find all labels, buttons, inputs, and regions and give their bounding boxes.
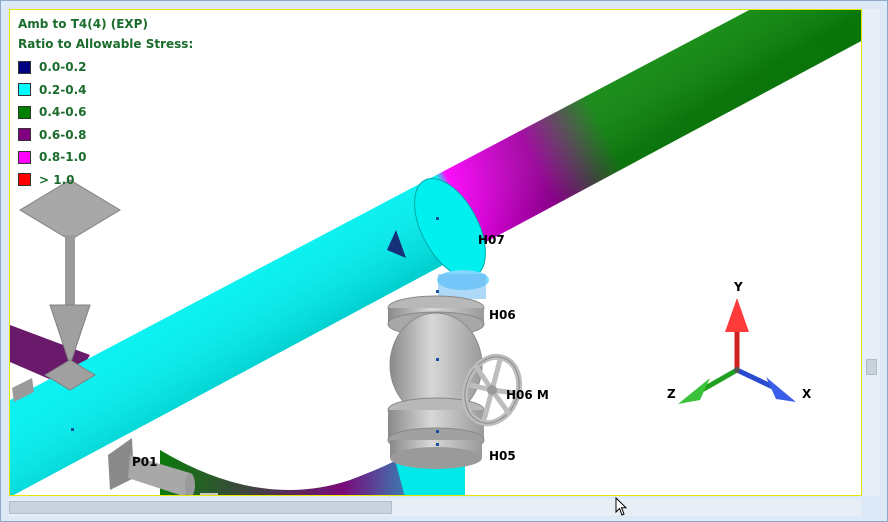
node-marker bbox=[436, 443, 439, 446]
legend-item-label: 0.0-0.2 bbox=[39, 60, 87, 75]
legend-swatch bbox=[18, 60, 31, 74]
legend-item-label: 0.4-0.6 bbox=[39, 105, 87, 120]
stress-legend: Amb to T4(4) (EXP) Ratio to Allowable St… bbox=[18, 16, 193, 191]
legend-item: 0.8-1.0 bbox=[18, 146, 193, 169]
node-marker bbox=[71, 428, 74, 431]
axis-triad bbox=[678, 298, 796, 404]
axis-label-y: Y bbox=[734, 280, 743, 294]
node-label-h06[interactable]: H06 bbox=[489, 308, 516, 322]
axis-label-x: X bbox=[802, 387, 812, 401]
legend-item: 0.0-0.2 bbox=[18, 56, 193, 79]
horizontal-scrollbar-thumb[interactable] bbox=[9, 501, 392, 514]
legend-item-label: 0.6-0.8 bbox=[39, 127, 87, 142]
legend-swatch bbox=[18, 173, 31, 187]
legend-item: > 1.0 bbox=[18, 169, 193, 192]
legend-swatch bbox=[18, 128, 31, 142]
axis-label-z: Z bbox=[667, 387, 676, 401]
model-window: Amb to T4(4) (EXP) Ratio to Allowable St… bbox=[0, 0, 888, 522]
node-marker bbox=[436, 430, 439, 433]
legend-item-label: 0.2-0.4 bbox=[39, 82, 87, 97]
node-label-h07[interactable]: H07 bbox=[478, 233, 505, 247]
legend-swatch bbox=[18, 150, 31, 164]
vertical-scrollbar-thumb[interactable] bbox=[866, 359, 877, 375]
legend-item: 0.2-0.4 bbox=[18, 79, 193, 102]
legend-item: 0.4-0.6 bbox=[18, 101, 193, 124]
3d-viewport[interactable]: Amb to T4(4) (EXP) Ratio to Allowable St… bbox=[9, 9, 862, 496]
node-label-p01[interactable]: P01 bbox=[132, 455, 158, 469]
node-marker bbox=[436, 217, 439, 220]
node-marker bbox=[436, 290, 439, 293]
vertical-scrollbar[interactable] bbox=[863, 9, 880, 496]
horizontal-scrollbar[interactable] bbox=[9, 499, 862, 516]
node-marker bbox=[436, 358, 439, 361]
legend-item-label: 0.8-1.0 bbox=[39, 150, 87, 165]
legend-subtitle: Ratio to Allowable Stress: bbox=[18, 37, 194, 51]
legend-swatch bbox=[18, 83, 31, 97]
node-label-h06m[interactable]: H06 M bbox=[506, 388, 549, 402]
legend-swatch bbox=[18, 105, 31, 119]
legend-item: 0.6-0.8 bbox=[18, 124, 193, 147]
mouse-cursor-icon bbox=[615, 497, 628, 516]
legend-title: Amb to T4(4) (EXP) bbox=[18, 17, 148, 31]
node-label-h05[interactable]: H05 bbox=[489, 449, 516, 463]
legend-item-label: > 1.0 bbox=[39, 172, 75, 187]
